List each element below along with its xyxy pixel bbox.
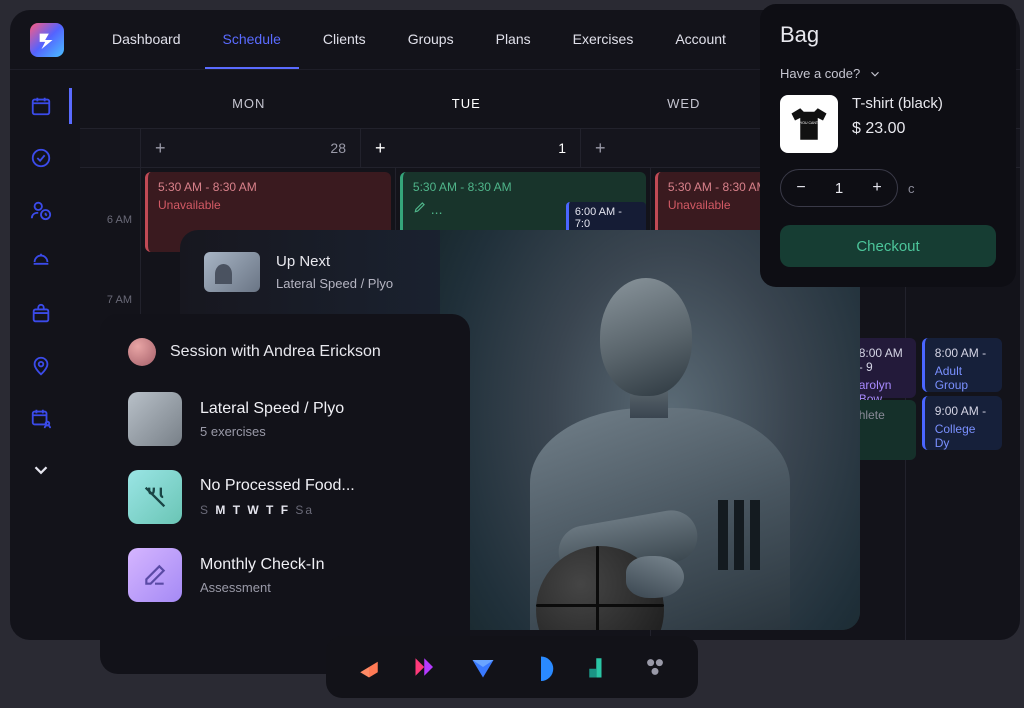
client-clock-icon[interactable] [27, 196, 55, 224]
quantity-stepper: − 1 + [780, 169, 898, 207]
day-head-mon: MON [140, 80, 358, 128]
assessment-tile [128, 548, 182, 602]
check-circle-icon[interactable] [27, 144, 55, 172]
chevron-down-icon [868, 67, 882, 81]
tshirt-icon: YOU CANT [788, 103, 830, 145]
nav-dashboard[interactable]: Dashboard [94, 11, 199, 69]
qty-decrease[interactable]: − [781, 170, 821, 206]
qty-increase[interactable]: + [857, 170, 897, 206]
qty-value: 1 [821, 180, 857, 197]
calendar-icon[interactable] [27, 92, 55, 120]
plus-icon[interactable]: + [595, 138, 606, 159]
location-icon[interactable] [27, 352, 55, 380]
nav-clients[interactable]: Clients [305, 11, 384, 69]
nav-schedule[interactable]: Schedule [205, 11, 299, 69]
day-head-tue: TUE [358, 80, 576, 128]
nav-exercises[interactable]: Exercises [555, 11, 652, 69]
session-item[interactable]: Monthly Check-In Assessment [128, 548, 442, 602]
up-next-sub: Lateral Speed / Plyo [276, 276, 393, 291]
promo-code-toggle[interactable]: Have a code? [780, 66, 996, 81]
up-next-heading: Up Next [276, 253, 393, 270]
dock-app-3-icon[interactable] [469, 653, 497, 681]
days-of-week: S M T W T F Sa [200, 503, 355, 517]
app-dock [326, 636, 698, 698]
unit-label: c [908, 181, 915, 196]
session-title: Session with Andrea Erickson [170, 343, 381, 361]
date-cell-tue[interactable]: + 1 [360, 129, 580, 167]
dock-app-6-icon[interactable] [641, 653, 669, 681]
product-name: T-shirt (black) [852, 95, 943, 112]
app-logo[interactable] [30, 23, 64, 57]
calendar-user-icon[interactable] [27, 404, 55, 432]
svg-text:YOU CANT: YOU CANT [800, 121, 819, 125]
bag-title: Bag [780, 22, 996, 48]
time-label-6am: 6 AM [80, 208, 140, 288]
bag-item[interactable]: YOU CANT T-shirt (black) $ 23.00 [780, 95, 996, 153]
dock-app-1-icon[interactable] [355, 653, 383, 681]
workout-thumbnail[interactable] [204, 252, 260, 292]
sidebar [10, 80, 72, 484]
edit-icon [142, 562, 168, 588]
pencil-icon [413, 200, 427, 214]
bag-panel: Bag Have a code? YOU CANT T-shirt (black… [760, 4, 1016, 287]
event-group[interactable]: 9:00 AM - College Dy [922, 396, 1002, 450]
nav-plans[interactable]: Plans [478, 11, 549, 69]
workout-tile [128, 392, 182, 446]
chevron-down-icon[interactable] [27, 456, 55, 484]
package-icon[interactable] [27, 300, 55, 328]
avatar[interactable] [128, 338, 156, 366]
plus-icon[interactable]: + [375, 138, 386, 159]
plus-icon[interactable]: + [155, 138, 166, 159]
dock-app-2-icon[interactable] [412, 653, 440, 681]
session-panel: Session with Andrea Erickson Lateral Spe… [100, 314, 470, 674]
athlete-photo [440, 230, 860, 630]
product-price: $ 23.00 [852, 120, 943, 138]
checkout-button[interactable]: Checkout [780, 225, 996, 267]
dock-app-5-icon[interactable] [584, 653, 612, 681]
nav-account[interactable]: Account [657, 11, 744, 69]
product-image: YOU CANT [780, 95, 838, 153]
nutrition-tile [128, 470, 182, 524]
date-cell-mon[interactable]: + 28 [140, 129, 360, 167]
dock-app-4-icon[interactable] [527, 653, 555, 681]
session-item[interactable]: No Processed Food... S M T W T F Sa [128, 470, 442, 524]
utensils-icon [141, 483, 169, 511]
nav-groups[interactable]: Groups [390, 11, 472, 69]
bell-icon[interactable] [27, 248, 55, 276]
event-group[interactable]: 8:00 AM - Adult Group [922, 338, 1002, 392]
session-item[interactable]: Lateral Speed / Plyo 5 exercises [128, 392, 442, 446]
